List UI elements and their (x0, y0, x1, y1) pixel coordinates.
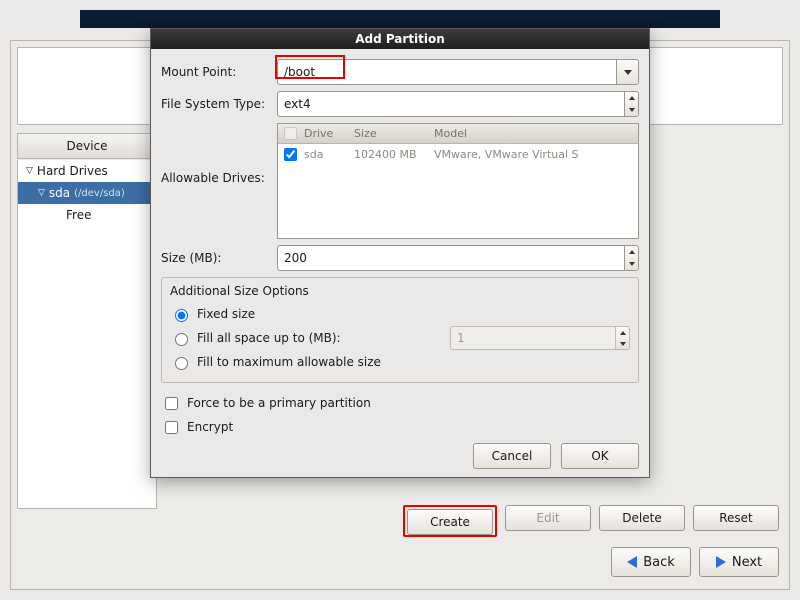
tree-sda-path: (/dev/sda) (74, 188, 125, 199)
mount-point-label: Mount Point: (161, 65, 277, 79)
drive-table-head: Drive Size Model (278, 124, 638, 144)
drive-row-size: 102400 MB (354, 148, 434, 161)
force-primary-row[interactable]: Force to be a primary partition (161, 391, 639, 415)
add-partition-dialog: Add Partition Mount Point: /boot File Sy… (150, 28, 650, 478)
additional-size-title: Additional Size Options (170, 284, 630, 298)
fs-type-dropdown-button[interactable] (624, 92, 638, 116)
fill-upto-spinner (615, 327, 629, 349)
edit-button[interactable]: Edit (505, 505, 591, 531)
dialog-button-row: Cancel OK (161, 443, 639, 469)
mount-point-row: Mount Point: /boot (161, 59, 639, 85)
drive-head-model: Model (434, 127, 638, 140)
chevron-down-icon (625, 104, 638, 116)
encrypt-checkbox[interactable] (165, 421, 178, 434)
radio-fill-max-label: Fill to maximum allowable size (197, 355, 381, 369)
next-button[interactable]: Next (699, 547, 779, 577)
chevron-up-icon (625, 92, 638, 104)
mount-point-combo[interactable]: /boot (277, 59, 639, 85)
fs-type-value[interactable]: ext4 (278, 97, 624, 111)
size-spinner[interactable] (624, 246, 638, 270)
radio-fixed[interactable] (175, 309, 188, 322)
drive-head-checkbox (284, 127, 297, 140)
expand-icon: ▽ (26, 166, 33, 176)
encrypt-label: Encrypt (187, 420, 233, 434)
tree-hard-drives[interactable]: ▽ Hard Drives (18, 160, 156, 182)
encrypt-row[interactable]: Encrypt (161, 415, 639, 439)
mount-point-value[interactable]: /boot (278, 65, 616, 79)
expand-icon: ▽ (38, 188, 45, 198)
dialog-titlebar[interactable]: Add Partition (151, 29, 649, 49)
chevron-down-icon (616, 338, 629, 349)
radio-fill-max-row[interactable]: Fill to maximum allowable size (170, 350, 630, 374)
drive-row-sda[interactable]: sda 102400 MB VMware, VMware Virtual S (278, 144, 638, 164)
tree-header-device: Device (17, 133, 157, 159)
size-row: Size (MB): 200 (161, 245, 639, 271)
allowable-drives-row: Allowable Drives: Drive Size Model sda 1… (161, 123, 639, 239)
allowable-drives-table[interactable]: Drive Size Model sda 102400 MB VMware, V… (277, 123, 639, 239)
delete-button[interactable]: Delete (599, 505, 685, 531)
size-label: Size (MB): (161, 251, 277, 265)
back-button[interactable]: Back (611, 547, 691, 577)
tree-sda[interactable]: ▽ sda (/dev/sda) (18, 182, 156, 204)
radio-fill-upto-label: Fill all space up to (MB): (197, 331, 341, 345)
radio-fill-upto-row[interactable]: Fill all space up to (MB): 1 (170, 326, 630, 350)
next-button-label: Next (732, 555, 762, 570)
fill-upto-value: 1 (451, 331, 615, 345)
dialog-body: Mount Point: /boot File System Type: ext… (151, 49, 649, 477)
radio-fixed-row[interactable]: Fixed size (170, 302, 630, 326)
force-primary-checkbox[interactable] (165, 397, 178, 410)
action-row: Create Edit Delete Reset (11, 505, 789, 537)
drive-row-model: VMware, VMware Virtual S (434, 148, 638, 161)
drive-row-drive: sda (302, 148, 354, 161)
radio-fill-max[interactable] (175, 357, 188, 370)
tree-free-label: Free (66, 208, 91, 222)
additional-size-group: Additional Size Options Fixed size Fill … (161, 277, 639, 383)
radio-fill-upto[interactable] (175, 333, 188, 346)
radio-fixed-label: Fixed size (197, 307, 255, 321)
size-spinbox[interactable]: 200 (277, 245, 639, 271)
chevron-down-icon (624, 70, 632, 75)
reset-button[interactable]: Reset (693, 505, 779, 531)
nav-row: Back Next (11, 547, 789, 581)
fill-upto-spinbox: 1 (450, 326, 630, 350)
tree-free[interactable]: Free (18, 204, 156, 226)
fs-type-row: File System Type: ext4 (161, 91, 639, 117)
tree-sda-label: sda (49, 186, 70, 200)
chevron-down-icon (625, 258, 638, 270)
fs-type-label: File System Type: (161, 97, 277, 111)
chevron-up-icon (616, 327, 629, 338)
size-value[interactable]: 200 (278, 251, 624, 265)
tree-hard-drives-label: Hard Drives (37, 164, 108, 178)
allowable-drives-label: Allowable Drives: (161, 123, 277, 185)
force-primary-label: Force to be a primary partition (187, 396, 371, 410)
back-button-label: Back (643, 555, 675, 570)
device-tree[interactable]: ▽ Hard Drives ▽ sda (/dev/sda) Free (17, 160, 157, 509)
create-button[interactable]: Create (407, 509, 493, 535)
fs-type-combo[interactable]: ext4 (277, 91, 639, 117)
arrow-right-icon (716, 556, 726, 568)
drive-head-drive: Drive (302, 127, 354, 140)
ok-button[interactable]: OK (561, 443, 639, 469)
create-highlight: Create (403, 505, 497, 537)
header-banner (80, 10, 720, 28)
arrow-left-icon (627, 556, 637, 568)
chevron-up-icon (625, 246, 638, 258)
cancel-button[interactable]: Cancel (473, 443, 551, 469)
drive-head-size: Size (354, 127, 434, 140)
mount-point-dropdown-button[interactable] (616, 60, 638, 84)
drive-row-checkbox[interactable] (284, 148, 297, 161)
